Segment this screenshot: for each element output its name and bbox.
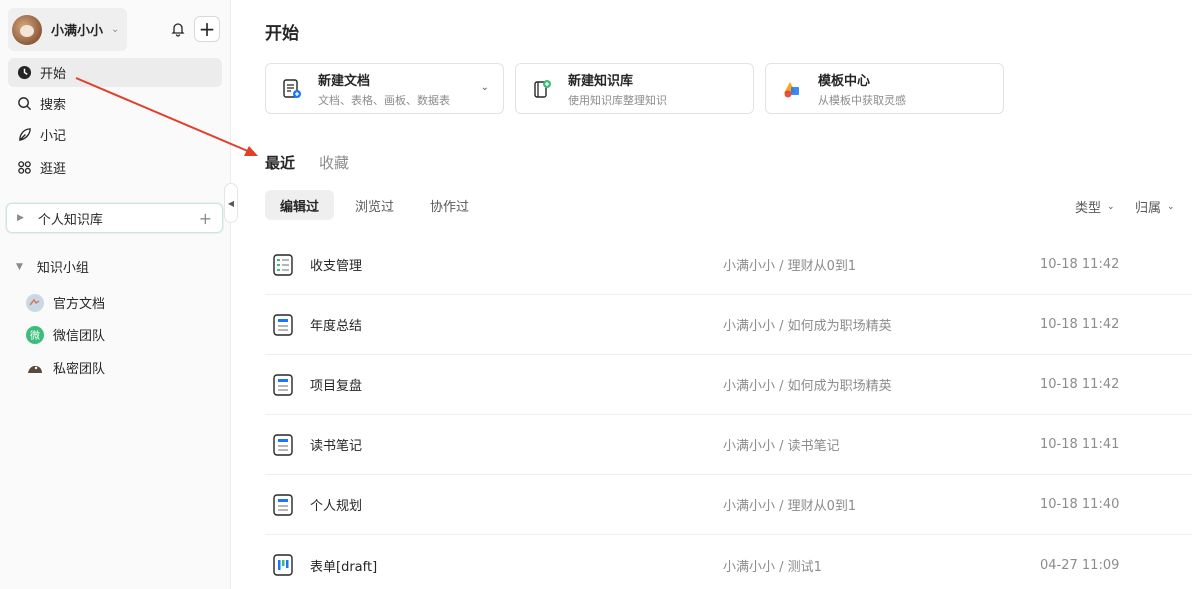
search-icon: [16, 96, 32, 112]
bell-icon[interactable]: [168, 19, 188, 39]
row-time: 10-18 11:42: [1040, 377, 1120, 392]
list-item[interactable]: 项目复盘 小满小小 / 如何成为职场精英 10-18 11:42: [265, 355, 1192, 415]
personal-knowledge-base[interactable]: ▶ 个人知识库 +: [6, 203, 223, 233]
chevron-down-icon: ⌄: [111, 24, 120, 35]
list-item[interactable]: 收支管理 小满小小 / 理财从0到1 10-18 11:42: [265, 235, 1192, 295]
group-header[interactable]: ▼ 知识小组: [16, 257, 89, 276]
row-path[interactable]: 小满小小 / 测试1: [723, 556, 822, 575]
row-path[interactable]: 小满小小 / 如何成为职场精英: [723, 375, 892, 394]
list-item[interactable]: 表单[draft] 小满小小 / 测试1 04-27 11:09: [265, 535, 1192, 589]
row-time: 10-18 11:42: [1040, 317, 1120, 332]
card-title: 新建知识库: [568, 73, 634, 89]
doc-icon: [273, 494, 293, 516]
row-title: 项目复盘: [310, 379, 363, 394]
caret-left-icon: ◀: [227, 198, 235, 208]
row-path[interactable]: 小满小小 / 如何成为职场精英: [723, 315, 892, 334]
card-title: 新建文档: [318, 73, 371, 89]
nav-item-start[interactable]: 开始: [8, 58, 222, 87]
kb-label: 个人知识库: [37, 212, 103, 228]
nav-label: 小记: [40, 129, 67, 144]
new-doc-card[interactable]: 新建文档 文档、表格、画板、数据表 ⌄: [265, 63, 504, 114]
nav-label: 逛逛: [40, 162, 67, 177]
row-title: 个人规划: [310, 499, 363, 514]
row-title: 读书笔记: [310, 439, 363, 454]
filter-segment: 编辑过 浏览过 协作过: [265, 190, 490, 220]
sort-label: 类型: [1075, 201, 1102, 216]
row-time: 10-18 11:40: [1040, 497, 1120, 512]
form-icon: [273, 554, 293, 576]
row-path[interactable]: 小满小小 / 读书笔记: [723, 435, 840, 454]
row-path[interactable]: 小满小小 / 理财从0到1: [723, 495, 856, 514]
chevron-down-icon[interactable]: ⌄: [481, 82, 489, 93]
list-item[interactable]: 读书笔记 小满小小 / 读书笔记 10-18 11:41: [265, 415, 1192, 475]
user-switcher[interactable]: 小满小小 ⌄: [8, 8, 127, 51]
grid-icon: [16, 160, 32, 176]
wechat-avatar-icon: 微: [26, 325, 44, 344]
sidebar: 小满小小 ⌄ + 开始 搜索 小记 逛逛 ▶ 个人知识库 + ▼ 知识小组 官方…: [0, 0, 231, 589]
filter-collaborated[interactable]: 协作过: [415, 190, 484, 220]
chevron-down-icon: ⌄: [1167, 201, 1175, 212]
row-title: 收支管理: [310, 259, 363, 274]
filter-viewed[interactable]: 浏览过: [340, 190, 409, 220]
sheet-icon: [273, 254, 293, 276]
nav-item-explore[interactable]: 逛逛: [8, 153, 222, 182]
caret-down-icon[interactable]: ▼: [16, 262, 23, 272]
card-subtitle: 文档、表格、画板、数据表: [318, 93, 450, 107]
new-kb-icon: [534, 79, 551, 98]
sort-belong-dropdown[interactable]: 归属 ⌄: [1135, 197, 1175, 216]
list-item[interactable]: 个人规划 小满小小 / 理财从0到1 10-18 11:40: [265, 475, 1192, 535]
group-title: 知识小组: [36, 261, 89, 276]
add-button[interactable]: +: [194, 16, 220, 42]
group-item-official-docs[interactable]: 官方文档: [26, 293, 105, 312]
sort-type-dropdown[interactable]: 类型 ⌄: [1075, 197, 1115, 216]
user-avatar: [12, 14, 42, 45]
nav-item-search[interactable]: 搜索: [8, 89, 222, 118]
list-item[interactable]: 年度总结 小满小小 / 如何成为职场精英 10-18 11:42: [265, 295, 1192, 355]
plus-icon: +: [198, 17, 216, 41]
card-subtitle: 从模板中获取灵感: [818, 93, 906, 107]
row-title: 表单[draft]: [310, 559, 378, 575]
doc-icon: [273, 374, 293, 396]
sort-label: 归属: [1135, 201, 1162, 216]
page-title: 开始: [265, 24, 299, 44]
clock-icon: [16, 65, 32, 81]
private-team-icon: [26, 359, 44, 377]
recent-tabs: 最近 收藏: [265, 152, 373, 173]
tab-recent[interactable]: 最近: [265, 152, 295, 173]
row-title: 年度总结: [310, 319, 363, 334]
add-kb-icon[interactable]: +: [199, 209, 212, 228]
row-time: 10-18 11:41: [1040, 437, 1120, 452]
tab-favorites[interactable]: 收藏: [319, 152, 349, 173]
group-item-private-team[interactable]: 私密团队: [26, 358, 105, 377]
new-kb-card[interactable]: 新建知识库 使用知识库整理知识: [515, 63, 754, 114]
sidebar-collapse-handle[interactable]: ◀: [224, 183, 238, 223]
card-title: 模板中心: [818, 73, 871, 89]
group-label: 私密团队: [53, 362, 106, 377]
nav-label: 开始: [40, 67, 67, 82]
card-subtitle: 使用知识库整理知识: [568, 93, 667, 107]
row-time: 10-18 11:42: [1040, 257, 1120, 272]
nav-item-notes[interactable]: 小记: [8, 120, 222, 149]
caret-right-icon[interactable]: ▶: [17, 213, 24, 223]
group-item-wechat-team[interactable]: 微 微信团队: [26, 325, 105, 344]
group-label: 微信团队: [53, 329, 106, 344]
team-avatar-icon: [26, 293, 44, 312]
user-name: 小满小小: [51, 24, 104, 39]
template-icon: [784, 81, 799, 97]
nav-label: 搜索: [40, 98, 67, 113]
template-center-card[interactable]: 模板中心 从模板中获取灵感: [765, 63, 1004, 114]
chevron-down-icon: ⌄: [1107, 201, 1115, 212]
doc-icon: [273, 314, 293, 336]
new-doc-icon: [283, 78, 301, 98]
recent-list: 收支管理 小满小小 / 理财从0到1 10-18 11:42 年度总结 小满小小…: [265, 235, 1192, 589]
feather-icon: [16, 127, 32, 143]
row-path[interactable]: 小满小小 / 理财从0到1: [723, 255, 856, 274]
row-time: 04-27 11:09: [1040, 557, 1120, 573]
filter-edited[interactable]: 编辑过: [265, 190, 335, 220]
group-label: 官方文档: [53, 297, 106, 312]
doc-icon: [273, 434, 293, 456]
